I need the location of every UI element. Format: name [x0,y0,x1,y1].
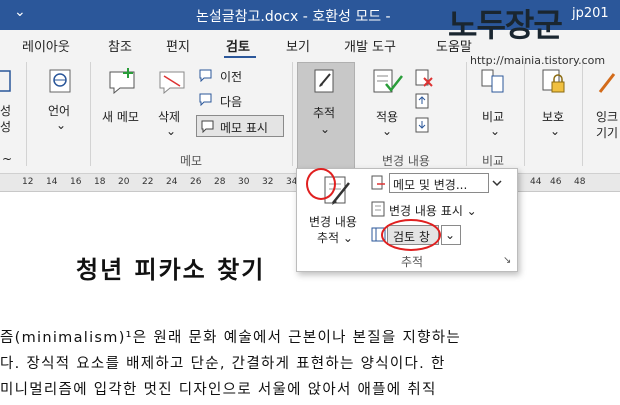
watermark-title: 노두장군 [448,6,563,44]
reviewing-pane-caret-icon: ⌄ [445,228,456,242]
accept-caret-icon[interactable]: ⌄ [382,124,392,138]
separator [90,62,91,166]
tracking-group-label: 추적 [401,255,424,269]
separator [292,62,293,166]
separator [524,62,525,166]
separator [582,62,583,166]
ruler-tick: 28 [214,177,226,187]
separator [466,62,467,166]
show-comments-icon [201,120,214,133]
ink-icon[interactable] [596,70,620,96]
document-line: 즘(minimalism)¹은 원래 문화 예술에서 근본이나 본질을 지향하는 [0,330,462,346]
delete-caret-icon[interactable]: ⌄ [166,124,176,138]
tracking-icon [314,69,334,93]
ruler-tick: 46 [550,177,562,187]
dialog-launcher-icon[interactable]: ↘ [503,255,511,266]
language-icon[interactable] [48,68,74,94]
markup-dropdown-value: 메모 및 변경... [393,178,468,192]
previous-change-icon[interactable] [414,92,434,110]
next-comment-icon[interactable] [198,92,214,106]
next-comment-button[interactable]: 다음 [220,93,242,110]
protect-icon[interactable] [540,68,568,96]
show-comments-label: 메모 표시 [220,121,268,135]
highlight-circle [306,168,336,200]
user-name[interactable]: jp201 [572,6,609,21]
partial-label-2: 성 [0,120,12,134]
delete-comment-icon[interactable] [156,66,190,94]
protect-button[interactable]: 보호 [542,108,564,125]
tab-references[interactable]: 참조 [108,36,132,55]
previous-comment-button[interactable]: 이전 [220,68,242,85]
document-title: 논설글참고.docx - 호환성 모드 - [196,9,391,25]
changes-group-label: 변경 내용 [382,154,430,168]
language-caret-icon[interactable]: ⌄ [56,118,66,132]
track-changes-caret[interactable]: 추적 ⌄ [317,229,353,246]
tab-developer[interactable]: 개발 도구 [344,36,396,55]
protect-caret-icon[interactable]: ⌄ [550,124,560,138]
ruler-tick: 26 [190,177,202,187]
ink-label-2[interactable]: 기기 [596,124,618,141]
tab-view[interactable]: 보기 [286,36,310,55]
track-changes-button[interactable]: 변경 내용 [309,213,357,230]
show-markup-button[interactable]: 변경 내용 표시 ⌄ [389,202,477,219]
ruler-tick: 32 [262,177,274,187]
watermark-url: http://mainia.tistory.com [470,54,606,67]
partial-icon [0,70,11,92]
next-change-icon[interactable] [414,116,434,134]
language-button[interactable]: 언어 [48,102,70,119]
ruler-tick: 14 [46,177,58,187]
document-heading: 청년 피카소 찾기 [76,256,266,284]
tab-mailings[interactable]: 편지 [166,36,190,55]
ink-label-1[interactable]: 잉크 [596,108,618,125]
tab-review[interactable]: 검토 [226,36,250,55]
delete-comment-button[interactable]: 삭제 [158,108,180,125]
reject-change-icon[interactable] [414,68,434,88]
partial-group-label: ~ [2,152,13,166]
ruler-tick: 24 [166,177,178,187]
ruler-tick: 20 [118,177,130,187]
compare-caret-icon[interactable]: ⌄ [490,124,500,138]
tracking-caret-icon: ⌄ [320,122,331,136]
new-comment-icon[interactable] [106,66,140,94]
document-line: 다. 장식적 요소를 배제하고 단순, 간결하게 표현하는 양식이다. 한 [0,356,446,372]
ruler-tick: 30 [238,177,250,187]
ruler-tick: 48 [574,177,586,187]
ruler-tick: 44 [530,177,542,187]
compare-button[interactable]: 비교 [482,108,504,125]
compare-icon[interactable] [480,68,508,96]
markup-dropdown-caret-icon[interactable] [491,177,503,189]
document-line: 미니멀리즘에 입각한 멋진 디자인으로 서울에 앉아서 애플에 취직 [0,382,437,398]
tab-layout[interactable]: 레이아웃 [22,36,70,55]
comments-group-label: 메모 [180,154,203,168]
ribbon-body: 성 성 ~ 언어 ⌄ 새 메모 삭제 ⌄ 이전 다음 메모 표시 메모 추적 ⌄ [0,58,620,200]
new-comment-button[interactable]: 새 메모 [102,108,139,125]
compare-group-label: 비교 [482,154,505,168]
ruler-tick: 12 [22,177,34,187]
accept-change-icon[interactable] [372,66,406,96]
ruler-tick: 16 [70,177,82,187]
markup-icon [371,175,385,190]
ruler-tick: 18 [94,177,106,187]
tracking-label: 추적 [313,106,336,120]
partial-label-1: 성 [0,104,12,118]
previous-comment-icon[interactable] [198,68,214,82]
quick-access-chevron-icon[interactable]: ⌄ [14,4,26,20]
ruler-tick: 22 [142,177,154,187]
separator [26,62,27,166]
show-markup-icon [371,201,385,217]
accept-button[interactable]: 적용 [376,108,398,125]
highlight-circle [381,219,441,251]
